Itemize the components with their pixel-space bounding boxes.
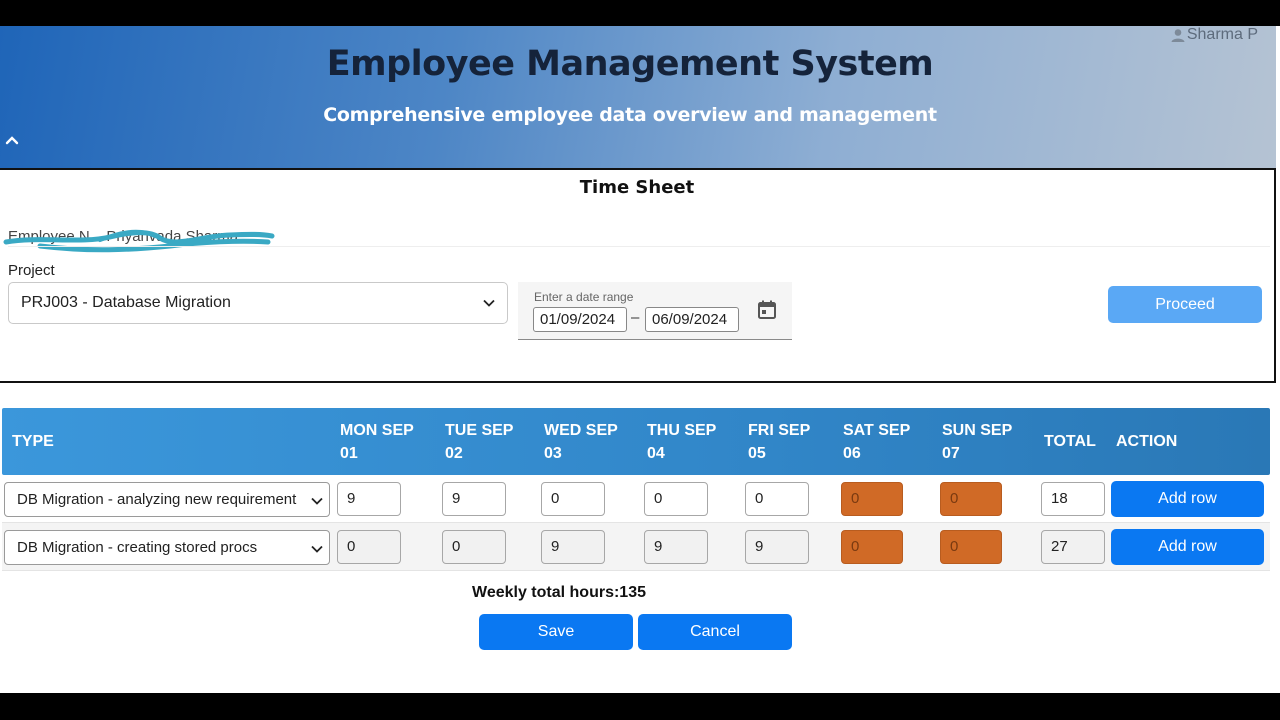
row-total: 18 bbox=[1041, 482, 1105, 516]
hours-wed-input[interactable]: 0 bbox=[541, 482, 605, 516]
header-sun-label: SUN SEP bbox=[942, 422, 1013, 439]
header-thu-label: THU SEP bbox=[647, 422, 717, 439]
hours-thu-input[interactable]: 9 bbox=[644, 530, 708, 564]
timesheet-title: Time Sheet bbox=[579, 177, 695, 198]
app-title: Employee Management System bbox=[326, 44, 934, 84]
divider bbox=[8, 246, 1270, 247]
add-row-button[interactable]: Add row bbox=[1111, 529, 1264, 565]
type-select[interactable]: DB Migration - creating stored procs bbox=[4, 530, 330, 565]
type-select[interactable]: DB Migration - analyzing new requirement bbox=[4, 482, 330, 517]
hours-fri-input[interactable]: 0 bbox=[745, 482, 809, 516]
header-thu: THU SEP 04 bbox=[647, 419, 716, 465]
project-selected-value: PRJ003 - Database Migration bbox=[21, 294, 231, 311]
header-wed: WED SEP 03 bbox=[544, 419, 618, 465]
header-tue-day: 02 bbox=[445, 445, 463, 462]
header-type: TYPE bbox=[12, 433, 54, 450]
type-selected-value: DB Migration - creating stored procs bbox=[17, 539, 258, 556]
table-header: TYPE MON SEP 01 TUE SEP 02 WED SEP 03 TH… bbox=[2, 408, 1270, 475]
header-action: ACTION bbox=[1116, 433, 1178, 450]
date-start-input[interactable]: 01/09/2024 bbox=[533, 307, 627, 332]
hours-fri-input[interactable]: 9 bbox=[745, 530, 809, 564]
hours-mon-input[interactable]: 0 bbox=[337, 530, 401, 564]
header-fri-day: 05 bbox=[748, 445, 766, 462]
header-sun: SUN SEP 07 bbox=[942, 419, 1012, 465]
chevron-up-icon[interactable] bbox=[4, 132, 20, 148]
add-row-button[interactable]: Add row bbox=[1111, 481, 1264, 517]
user-menu[interactable]: Sharma P bbox=[1171, 26, 1258, 44]
weekly-total: Weekly total hours:135 bbox=[472, 584, 646, 601]
header-wed-label: WED SEP bbox=[544, 422, 618, 439]
app-window: Sharma P Employee Management System Comp… bbox=[0, 26, 1280, 693]
redaction-scribble bbox=[3, 229, 275, 253]
cancel-button[interactable]: Cancel bbox=[638, 614, 792, 650]
chevron-down-icon bbox=[483, 299, 495, 307]
hours-sat-input[interactable]: 0 bbox=[841, 530, 903, 564]
chevron-down-icon bbox=[311, 545, 323, 553]
hours-sat-input[interactable]: 0 bbox=[841, 482, 903, 516]
type-selected-value: DB Migration - analyzing new requirement bbox=[17, 491, 297, 508]
chevron-down-icon bbox=[311, 497, 323, 505]
date-end-input[interactable]: 06/09/2024 bbox=[645, 307, 739, 332]
user-icon bbox=[1171, 29, 1185, 42]
header-sun-day: 07 bbox=[942, 445, 960, 462]
table-row: DB Migration - creating stored procs 0 0… bbox=[2, 523, 1270, 571]
hours-sun-input[interactable]: 0 bbox=[940, 482, 1002, 516]
hours-mon-input[interactable]: 9 bbox=[337, 482, 401, 516]
header-sat-label: SAT SEP bbox=[843, 422, 911, 439]
hours-sun-input[interactable]: 0 bbox=[940, 530, 1002, 564]
row-total: 27 bbox=[1041, 530, 1105, 564]
header-fri: FRI SEP 05 bbox=[748, 419, 810, 465]
header-sat-day: 06 bbox=[843, 445, 861, 462]
date-range-label: Enter a date range bbox=[534, 290, 634, 304]
user-name: Sharma P bbox=[1186, 26, 1258, 43]
project-select[interactable]: PRJ003 - Database Migration bbox=[8, 282, 508, 324]
project-label: Project bbox=[8, 262, 55, 279]
calendar-icon[interactable] bbox=[756, 299, 778, 321]
hours-thu-input[interactable]: 0 bbox=[644, 482, 708, 516]
hours-tue-input[interactable]: 0 bbox=[442, 530, 506, 564]
header-sat: SAT SEP 06 bbox=[843, 419, 910, 465]
save-button[interactable]: Save bbox=[479, 614, 633, 650]
hours-tue-input[interactable]: 9 bbox=[442, 482, 506, 516]
header-total: TOTAL bbox=[1044, 433, 1096, 450]
header-fri-label: FRI SEP bbox=[748, 422, 811, 439]
table-row: DB Migration - analyzing new requirement… bbox=[2, 475, 1270, 523]
header-tue: TUE SEP 02 bbox=[445, 419, 513, 465]
header-wed-day: 03 bbox=[544, 445, 562, 462]
header-mon-label: MON SEP bbox=[340, 422, 414, 439]
app-subtitle: Comprehensive employee data overview and… bbox=[323, 104, 937, 126]
header-mon: MON SEP 01 bbox=[340, 419, 414, 465]
hours-wed-input[interactable]: 9 bbox=[541, 530, 605, 564]
date-separator: – bbox=[631, 309, 640, 326]
header-thu-day: 04 bbox=[647, 445, 665, 462]
header-tue-label: TUE SEP bbox=[445, 422, 514, 439]
date-range-picker: Enter a date range 01/09/2024 – 06/09/20… bbox=[518, 282, 792, 340]
proceed-button[interactable]: Proceed bbox=[1108, 286, 1262, 323]
app-header: Sharma P Employee Management System Comp… bbox=[0, 26, 1276, 168]
timesheet-panel: Time Sheet Employee N... Priyanvada Shar… bbox=[0, 168, 1276, 383]
header-mon-day: 01 bbox=[340, 445, 358, 462]
